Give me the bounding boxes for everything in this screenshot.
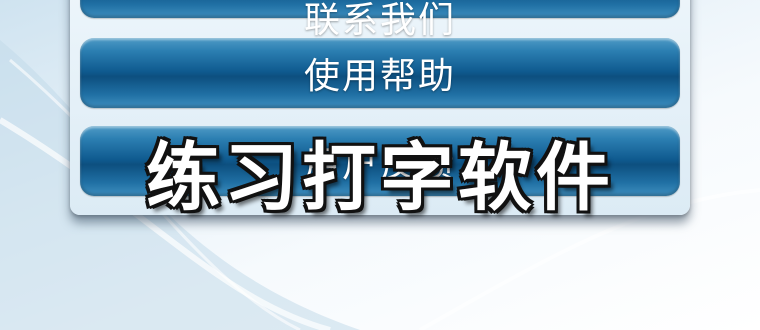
help-button[interactable]: 使用帮助 xyxy=(80,38,680,108)
help-label: 使用帮助 xyxy=(303,56,456,97)
contact-us-label: 联系我们 xyxy=(303,0,456,41)
contact-us-button[interactable]: 联系我们 xyxy=(80,0,680,41)
overlay-title: 练习打字软件 xyxy=(146,135,614,221)
